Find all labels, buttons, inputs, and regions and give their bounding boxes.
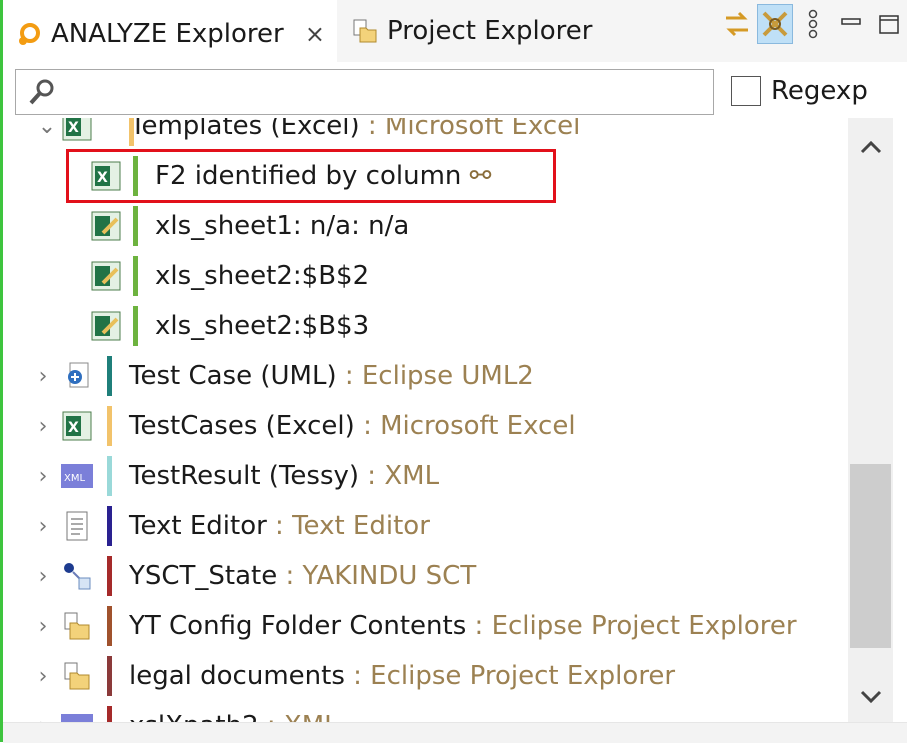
- tree-item-yt-config-folder[interactable]: › YT Config Folder Contents : Eclipse Pr…: [3, 601, 848, 651]
- tree-item-test-case-uml[interactable]: › Test Case (UML) : Eclipse UML2: [3, 351, 848, 401]
- view-bottom-edge: [3, 722, 907, 743]
- excel-sheet-icon: [90, 310, 122, 342]
- tree-item-ysct-state[interactable]: › YSCT_State : YAKINDU SCT: [3, 551, 848, 601]
- chevron-right-icon[interactable]: ›: [33, 664, 53, 689]
- link-icon: ⚯: [469, 161, 492, 191]
- tree-item-text-editor[interactable]: › Text Editor : Text Editor: [3, 501, 848, 551]
- svg-text:X: X: [68, 420, 79, 436]
- regexp-checkbox[interactable]: [731, 76, 761, 106]
- tree-item-label: YSCT_State : YAKINDU SCT: [129, 561, 477, 591]
- excel-sheet-icon: [90, 210, 122, 242]
- link-with-editor-icon[interactable]: [757, 4, 793, 44]
- tree-item-label: TestCases (Excel) : Microsoft Excel: [129, 411, 576, 441]
- vertical-scrollbar[interactable]: [848, 118, 893, 722]
- scroll-up-icon[interactable]: [848, 122, 893, 172]
- search-input[interactable]: [68, 74, 702, 110]
- text-file-icon: [61, 510, 93, 542]
- search-icon: [28, 78, 56, 110]
- chevron-right-icon[interactable]: ›: [33, 564, 53, 589]
- excel-sheet-icon: [90, 260, 122, 292]
- xml-icon: XML: [61, 710, 93, 722]
- provider-color-bar: [133, 256, 138, 296]
- provider-color-bar: [107, 406, 112, 446]
- folder-project-icon: [61, 660, 93, 692]
- provider-color-bar: [107, 706, 112, 722]
- chevron-right-icon[interactable]: ›: [33, 464, 53, 489]
- tree-child-xls-sheet2-b2[interactable]: xls_sheet2:$B$2: [3, 251, 848, 301]
- explorer-tree: ⌄ X Templates (Excel) : Microsoft Excel …: [3, 118, 848, 722]
- provider-color-bar: [107, 356, 112, 396]
- tree-item-xslxpath2[interactable]: › XML xslXpath2 : XML: [3, 701, 848, 722]
- provider-color-bar: [107, 506, 112, 546]
- tree-child-xls-sheet1[interactable]: xls_sheet1: n/a: n/a: [3, 201, 848, 251]
- tree-item-label: F2 identified by column ⚯: [155, 161, 492, 191]
- view-menu-icon[interactable]: [795, 4, 831, 44]
- tree-item-testcases-excel[interactable]: › X TestCases (Excel) : Microsoft Excel: [3, 401, 848, 451]
- tree-item-label: legal documents : Eclipse Project Explor…: [129, 661, 676, 691]
- provider-color-bar: [107, 606, 112, 646]
- svg-text:X: X: [68, 120, 79, 136]
- tree-item-templates-excel[interactable]: ⌄ X Templates (Excel) : Microsoft Excel: [3, 118, 848, 151]
- minimize-icon[interactable]: [833, 4, 869, 44]
- tree-item-label: xls_sheet1: n/a: n/a: [155, 211, 410, 241]
- chevron-right-icon[interactable]: ›: [33, 364, 53, 389]
- uml-icon: [61, 360, 93, 392]
- chevron-right-icon[interactable]: ›: [33, 514, 53, 539]
- view-tab-bar: ANALYZE Explorer × Project Explorer: [3, 0, 907, 65]
- tree-child-xls-sheet2-b3[interactable]: xls_sheet2:$B$3: [3, 301, 848, 351]
- tree-item-label: YT Config Folder Contents : Eclipse Proj…: [129, 611, 797, 641]
- project-explorer-icon: [351, 17, 379, 45]
- regexp-option[interactable]: Regexp: [731, 76, 868, 106]
- xml-icon: XML: [61, 460, 93, 492]
- scroll-down-icon[interactable]: [848, 672, 893, 722]
- sync-arrows-icon[interactable]: [719, 4, 755, 44]
- tree-item-label: xls_sheet2:$B$3: [155, 311, 370, 341]
- tree-item-legal-documents[interactable]: › legal documents : Eclipse Project Expl…: [3, 651, 848, 701]
- analyze-ring-icon: [15, 20, 43, 48]
- svg-text:XML: XML: [64, 473, 85, 484]
- tab-analyze-explorer[interactable]: ANALYZE Explorer ×: [3, 0, 337, 65]
- excel-icon: X: [61, 410, 93, 442]
- provider-color-bar: [133, 306, 138, 346]
- excel-icon: X: [61, 118, 93, 142]
- scrollbar-thumb[interactable]: [850, 464, 891, 648]
- tree-item-label: Templates (Excel) : Microsoft Excel: [130, 118, 581, 141]
- provider-color-bar: [107, 456, 112, 496]
- regexp-label: Regexp: [771, 76, 868, 106]
- tab-label: Project Explorer: [387, 16, 593, 46]
- chevron-right-icon[interactable]: ›: [33, 714, 53, 723]
- tree-item-label: Test Case (UML) : Eclipse UML2: [129, 361, 534, 391]
- chevron-down-icon[interactable]: ⌄: [37, 118, 57, 139]
- tab-project-explorer[interactable]: Project Explorer: [339, 0, 619, 62]
- statechart-icon: [61, 560, 93, 592]
- provider-color-bar: [133, 206, 138, 246]
- chevron-right-icon[interactable]: ›: [33, 614, 53, 639]
- maximize-icon[interactable]: [871, 4, 907, 44]
- provider-color-bar: [133, 156, 138, 196]
- tree-item-label: Text Editor : Text Editor: [129, 511, 430, 541]
- svg-text:X: X: [97, 170, 108, 186]
- view-toolbar: [717, 0, 907, 48]
- tree-item-label: TestResult (Tessy) : XML: [129, 461, 440, 491]
- tree-item-label: xls_sheet2:$B$2: [155, 261, 370, 291]
- folder-project-icon: [61, 610, 93, 642]
- provider-color-bar: [107, 656, 112, 696]
- provider-color-bar: [107, 556, 112, 596]
- tree-item-label: xslXpath2 : XML: [129, 711, 339, 722]
- chevron-right-icon[interactable]: ›: [33, 414, 53, 439]
- tree-item-testresult-tessy[interactable]: › XML TestResult (Tessy) : XML: [3, 451, 848, 501]
- filter-field[interactable]: [15, 69, 714, 115]
- close-icon[interactable]: ×: [305, 20, 325, 48]
- excel-icon: X: [90, 160, 122, 192]
- tree-child-f2-identified[interactable]: X F2 identified by column ⚯: [3, 151, 848, 201]
- tab-label: ANALYZE Explorer: [51, 19, 284, 49]
